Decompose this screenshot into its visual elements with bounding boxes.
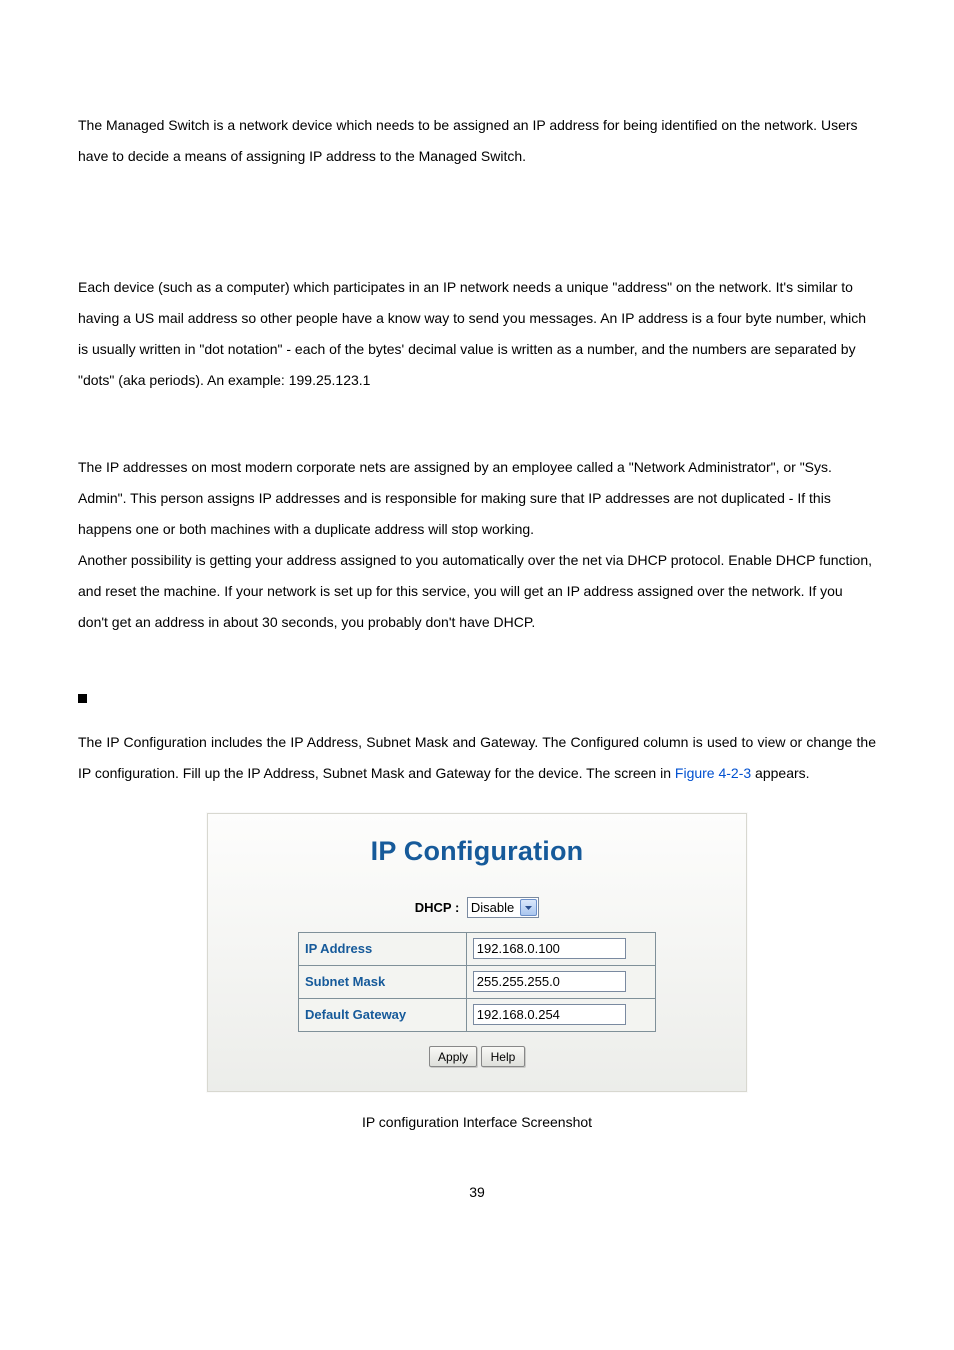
ip-address-label: IP Address	[299, 933, 467, 966]
square-bullet-icon	[78, 694, 87, 703]
table-row: Subnet Mask	[299, 966, 656, 999]
paragraph-admin: The IP addresses on most modern corporat…	[78, 452, 876, 545]
default-gateway-input[interactable]	[473, 1004, 626, 1025]
panel-title: IP Configuration	[298, 836, 656, 867]
figure-link[interactable]: Figure 4-2-3	[675, 765, 751, 781]
default-gateway-label: Default Gateway	[299, 999, 467, 1032]
ip-configuration-panel: IP Configuration DHCP : Disable IP Addre…	[207, 813, 747, 1092]
dhcp-select-value: Disable	[471, 900, 514, 915]
subnet-mask-label: Subnet Mask	[299, 966, 467, 999]
subnet-mask-input[interactable]	[473, 971, 626, 992]
page-number: 39	[0, 1184, 954, 1200]
section-bullet	[78, 694, 876, 703]
chevron-down-icon[interactable]	[520, 899, 537, 916]
ip-address-input[interactable]	[473, 938, 626, 959]
figure-caption: IP configuration Interface Screenshot	[78, 1114, 876, 1130]
text-fragment: appears.	[751, 765, 809, 781]
paragraph-ipconfig: The IP Configuration includes the IP Add…	[78, 727, 876, 789]
paragraph-intro: The Managed Switch is a network device w…	[78, 110, 876, 172]
paragraph-ip-desc: Each device (such as a computer) which p…	[78, 272, 876, 396]
help-button[interactable]: Help	[481, 1046, 525, 1067]
dhcp-label: DHCP :	[415, 900, 460, 915]
dhcp-select[interactable]: Disable	[467, 897, 539, 918]
paragraph-dhcp: Another possibility is getting your addr…	[78, 545, 876, 638]
ip-config-table: IP Address Subnet Mask Default Gateway	[298, 932, 656, 1032]
ip-address-cell	[466, 933, 655, 966]
apply-button[interactable]: Apply	[429, 1046, 477, 1067]
table-row: Default Gateway	[299, 999, 656, 1032]
table-row: IP Address	[299, 933, 656, 966]
default-gateway-cell	[466, 999, 655, 1032]
dhcp-row: DHCP : Disable	[298, 897, 656, 918]
subnet-mask-cell	[466, 966, 655, 999]
